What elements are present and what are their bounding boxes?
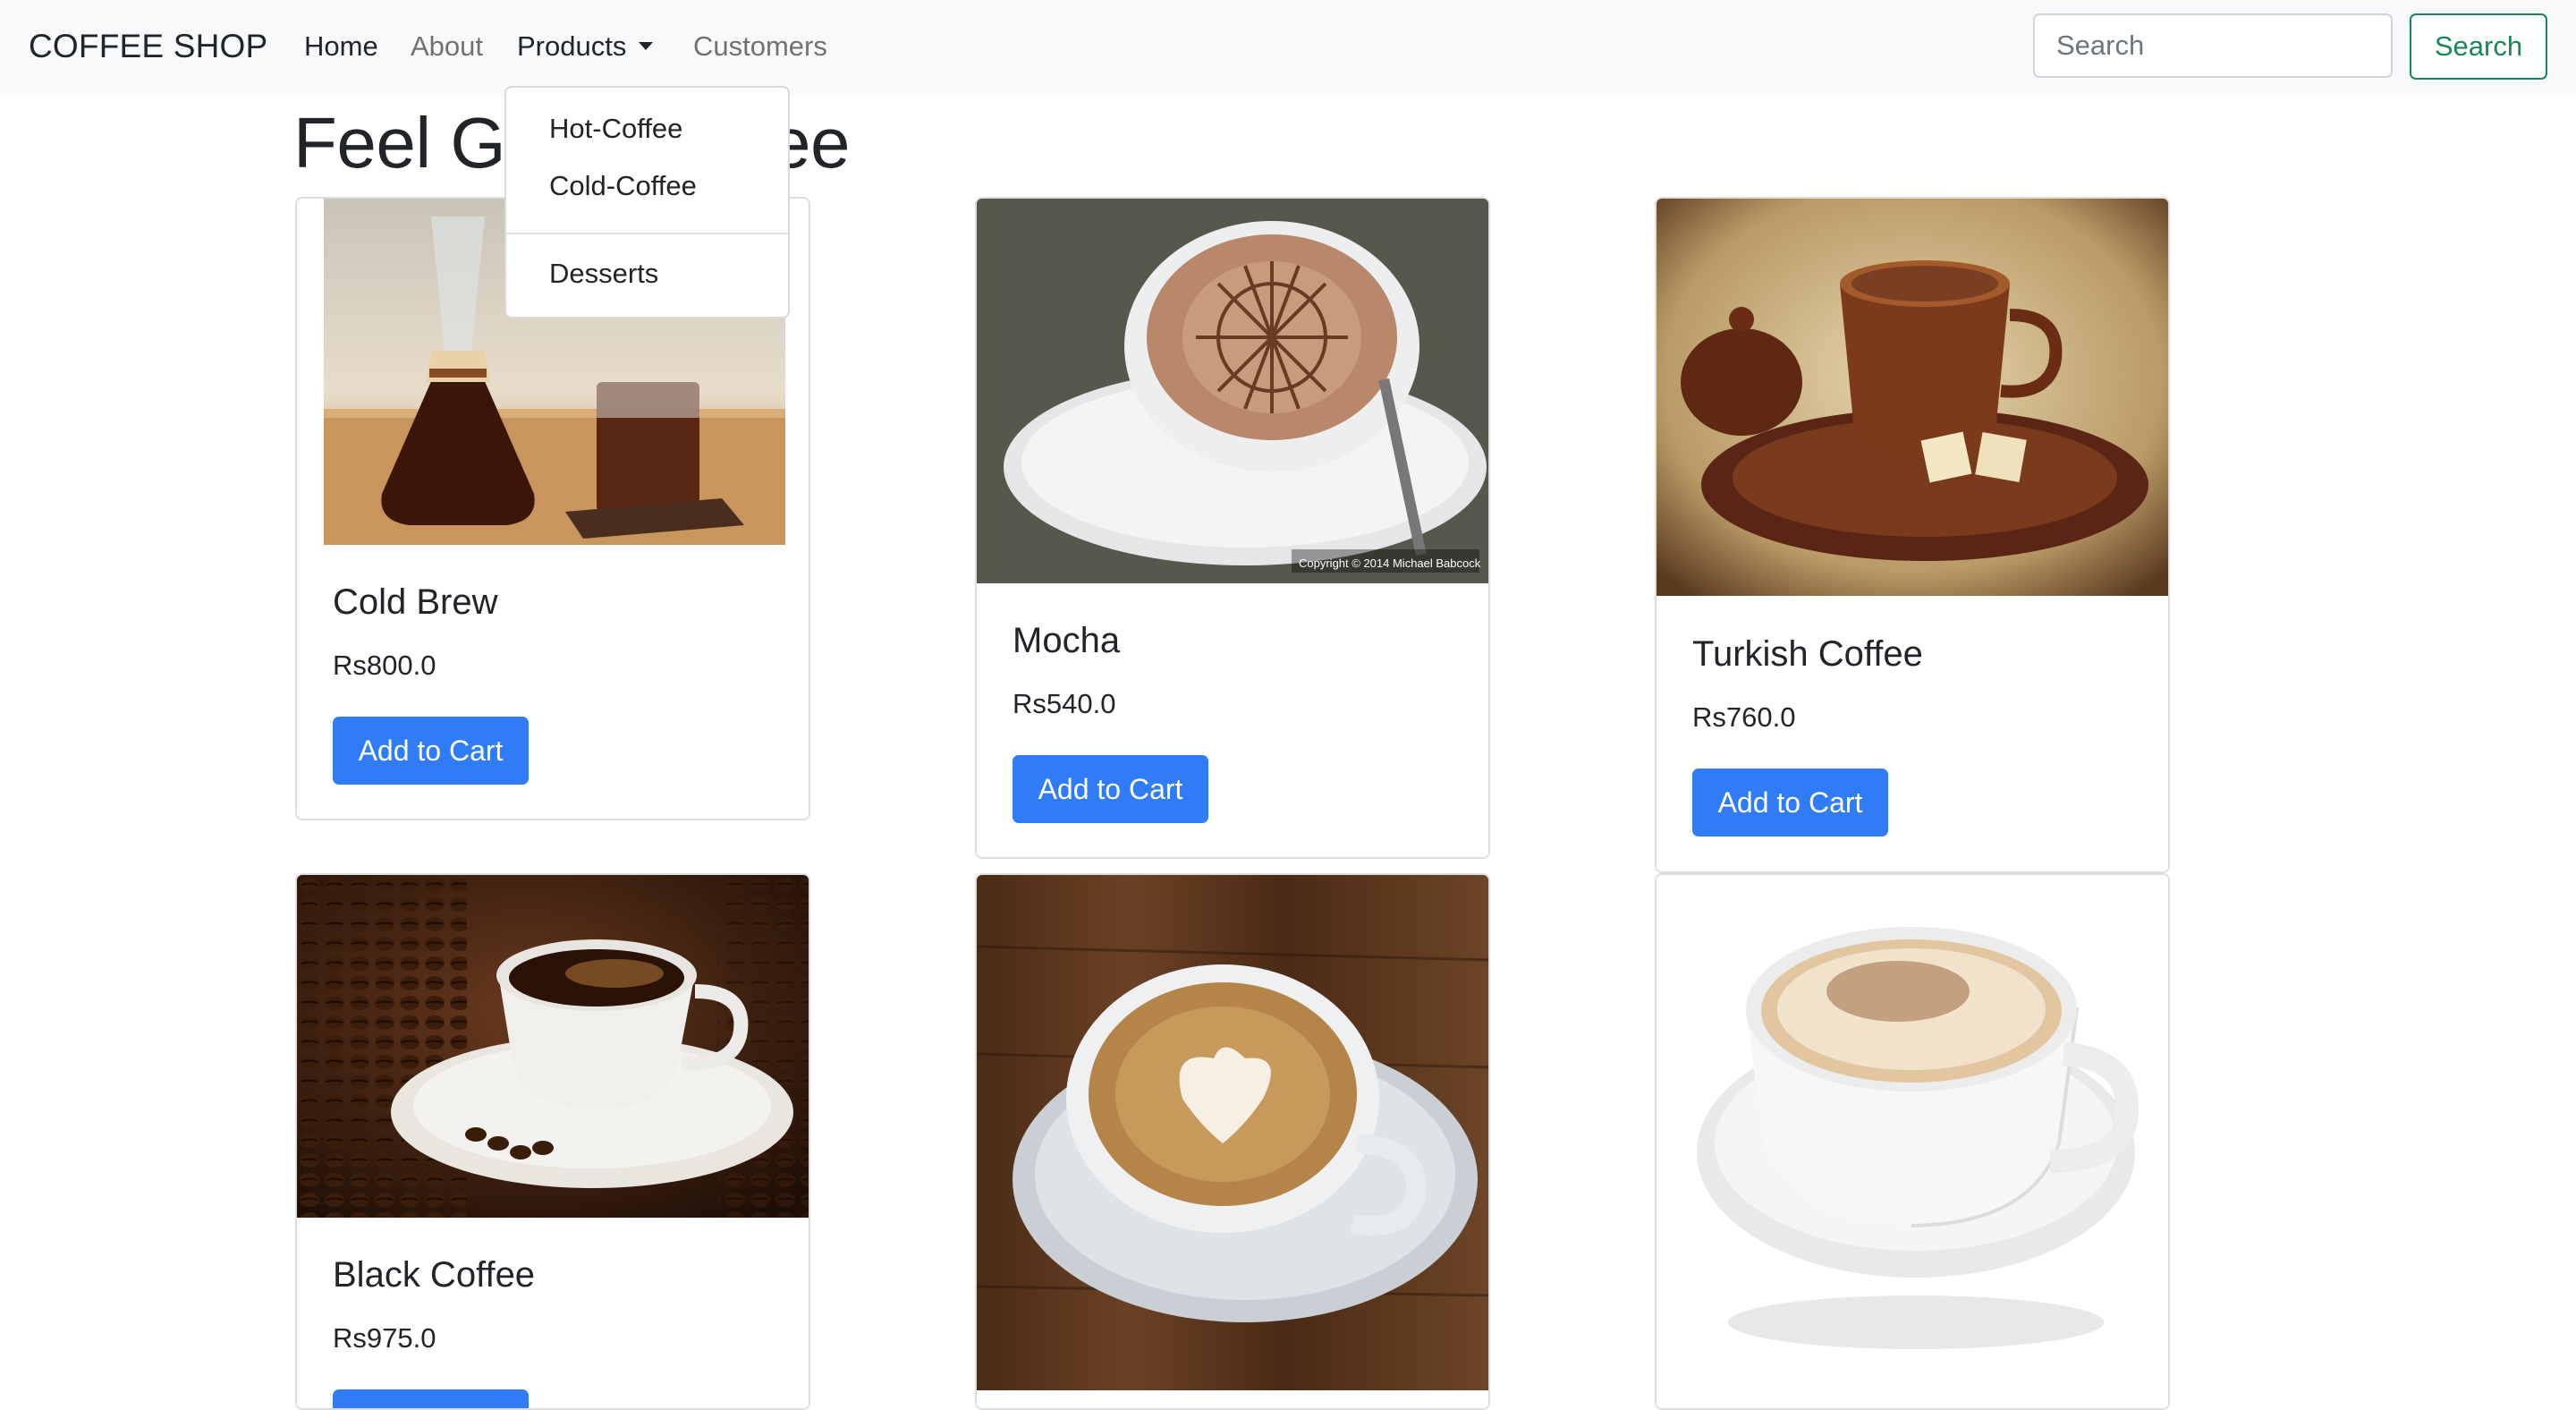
navbar: COFFEE SHOP Home About Products Customer… xyxy=(0,0,2576,96)
add-to-cart-button[interactable]: Add to Cart xyxy=(333,717,529,785)
dropdown-item-hot-coffee[interactable]: Hot-Coffee xyxy=(506,102,788,156)
product-name: Turkish Coffee xyxy=(1692,634,1923,674)
brand-logo[interactable]: COFFEE SHOP xyxy=(29,24,267,69)
product-card-mocha: Copyright © 2014 Michael Babcock Mocha R… xyxy=(975,197,1490,859)
dropdown-item-cold-coffee[interactable]: Cold-Coffee xyxy=(506,159,788,213)
nav-customers-link[interactable]: Customers xyxy=(693,24,827,69)
turkish-coffee-image xyxy=(1657,199,2168,596)
search-input[interactable] xyxy=(2033,13,2393,78)
cappuccino-image xyxy=(1657,875,2168,1390)
caret-down-icon xyxy=(639,42,654,50)
nav-home-link[interactable]: Home xyxy=(304,24,378,69)
product-card-cappuccino xyxy=(1655,873,2170,1410)
dropdown-divider xyxy=(506,233,788,234)
product-name: Cold Brew xyxy=(333,582,498,622)
add-to-cart-button[interactable]: Add to Cart xyxy=(1692,769,1888,837)
product-name: Mocha xyxy=(1013,621,1121,660)
add-to-cart-button[interactable]: Add to Cart xyxy=(333,1389,529,1408)
image-copyright: Copyright © 2014 Michael Babcock xyxy=(1299,556,1481,570)
mocha-image: Copyright © 2014 Michael Babcock xyxy=(977,199,1488,583)
product-price: Rs800.0 xyxy=(333,650,436,681)
product-name: Black Coffee xyxy=(333,1255,536,1295)
product-price: Rs540.0 xyxy=(1013,688,1116,719)
nav-products-label: Products xyxy=(517,30,627,62)
product-card-latte xyxy=(975,873,1490,1410)
product-card-turkish-coffee: Turkish Coffee Rs760.0 Add to Cart xyxy=(1655,197,2170,873)
search-button[interactable]: Search xyxy=(2410,13,2547,80)
add-to-cart-button[interactable]: Add to Cart xyxy=(1013,755,1208,823)
nav-about-link[interactable]: About xyxy=(411,24,483,69)
product-price: Rs975.0 xyxy=(333,1322,436,1354)
products-dropdown-menu: Hot-Coffee Cold-Coffee Desserts xyxy=(504,86,790,319)
product-price: Rs760.0 xyxy=(1692,701,1796,733)
dropdown-item-desserts[interactable]: Desserts xyxy=(506,247,788,301)
product-card-black-coffee: Black Coffee Rs975.0 Add to Cart xyxy=(295,873,810,1410)
latte-image xyxy=(977,875,1488,1390)
black-coffee-image xyxy=(297,875,809,1218)
nav-products-dropdown-toggle[interactable]: Products xyxy=(517,24,654,69)
